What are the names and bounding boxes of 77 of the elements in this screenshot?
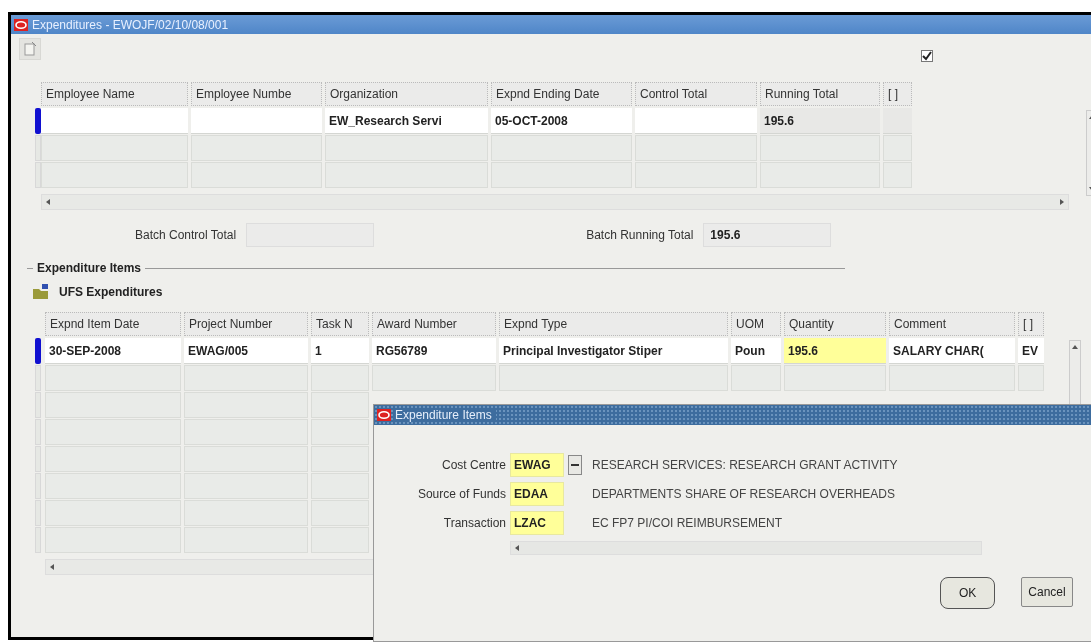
table-cell[interactable] xyxy=(325,135,488,161)
cancel-button[interactable]: Cancel xyxy=(1021,577,1073,607)
checkbox[interactable] xyxy=(921,50,933,62)
column-header: [ ] xyxy=(883,82,912,106)
row-marker[interactable] xyxy=(35,365,41,391)
table-cell[interactable]: Principal Investigator Stiper xyxy=(499,338,728,364)
table-cell[interactable]: 05-OCT-2008 xyxy=(491,108,632,134)
block-title: UFS Expenditures xyxy=(59,285,163,299)
table-cell[interactable] xyxy=(499,365,728,391)
table-cell[interactable] xyxy=(889,365,1015,391)
ok-button[interactable]: OK xyxy=(940,577,996,609)
field-label: Cost Centre xyxy=(440,458,506,472)
field-label: Batch Running Total xyxy=(586,228,694,242)
horizontal-scrollbar[interactable] xyxy=(41,194,1069,210)
table-cell[interactable]: 30-SEP-2008 xyxy=(45,338,181,364)
column-header: Employee Name xyxy=(41,82,188,106)
table-cell[interactable] xyxy=(883,108,912,134)
table-cell[interactable] xyxy=(191,108,322,134)
table-cell[interactable] xyxy=(184,365,308,391)
list-button[interactable] xyxy=(568,455,582,475)
field-label: Transaction xyxy=(442,516,506,530)
logo-icon xyxy=(377,409,391,421)
section-title: Expenditure Items xyxy=(36,261,143,275)
table-cell[interactable] xyxy=(41,135,188,161)
column-header: [ ] xyxy=(1018,312,1044,336)
input-field[interactable]: EDAA xyxy=(510,482,564,506)
column-header: UOM xyxy=(731,312,781,336)
dash-icon xyxy=(571,464,579,466)
column-header: Expnd Type xyxy=(499,312,728,336)
column-header: Organization xyxy=(325,82,488,106)
table-cell[interactable] xyxy=(883,135,912,161)
column-header: Employee Numbe xyxy=(191,82,322,106)
window-title: Expenditures - EWOJF/02/10/08/001 xyxy=(32,17,229,32)
field-description: RESEARCH SERVICES: RESEARCH GRANT ACTIVITY xyxy=(592,458,899,472)
horizontal-scrollbar[interactable] xyxy=(510,541,982,555)
field-label: Batch Control Total xyxy=(135,228,237,242)
table-cell[interactable]: RG56789 xyxy=(372,338,496,364)
input-field[interactable]: EWAG xyxy=(510,453,564,477)
dialog-title: Expenditure Items xyxy=(395,408,496,422)
document-icon[interactable] xyxy=(19,38,41,60)
table-cell[interactable] xyxy=(784,365,886,391)
column-header: Comment xyxy=(889,312,1015,336)
table-cell[interactable]: Poun xyxy=(731,338,781,364)
table-cell[interactable] xyxy=(635,108,757,134)
column-header: Expnd Ending Date xyxy=(491,82,632,106)
column-header: Task N xyxy=(311,312,369,336)
field-description: EC FP7 PI/COI REIMBURSEMENT xyxy=(592,516,784,530)
input-field[interactable]: LZAC xyxy=(510,511,564,535)
folder-icon[interactable] xyxy=(31,282,51,302)
table-cell[interactable]: SALARY CHAR( xyxy=(889,338,1015,364)
table-cell[interactable] xyxy=(311,365,369,391)
table-cell[interactable]: 195.6 xyxy=(784,338,886,364)
column-header: Control Total xyxy=(635,82,757,106)
column-header: Quantity xyxy=(784,312,886,336)
table-cell[interactable] xyxy=(372,365,496,391)
row-marker[interactable] xyxy=(35,135,41,161)
table-cell[interactable]: EW_Research Servi xyxy=(325,108,488,134)
table-cell[interactable] xyxy=(731,365,781,391)
table-cell[interactable] xyxy=(635,135,757,161)
logo-icon xyxy=(14,18,28,31)
table-cell[interactable] xyxy=(491,135,632,161)
column-header: Expnd Item Date xyxy=(45,312,181,336)
column-header: Award Number xyxy=(372,312,496,336)
table-cell[interactable]: 1 xyxy=(311,338,369,364)
table-cell[interactable]: EV xyxy=(1018,338,1044,364)
table-cell[interactable] xyxy=(760,135,880,161)
input-field[interactable]: 195.6 xyxy=(703,223,832,247)
table-cell[interactable] xyxy=(1018,365,1044,391)
column-header: Running Total xyxy=(760,82,880,106)
field-description: DEPARTMENTS SHARE OF RESEARCH OVERHEADS xyxy=(592,487,896,501)
table-cell[interactable]: EWAG/005 xyxy=(184,338,308,364)
table-cell[interactable] xyxy=(191,135,322,161)
column-header: Project Number xyxy=(184,312,308,336)
table-cell[interactable] xyxy=(45,365,181,391)
field-label: Source of Funds xyxy=(416,487,506,501)
table-cell[interactable] xyxy=(41,108,188,134)
table-cell[interactable]: 195.6 xyxy=(760,108,880,134)
